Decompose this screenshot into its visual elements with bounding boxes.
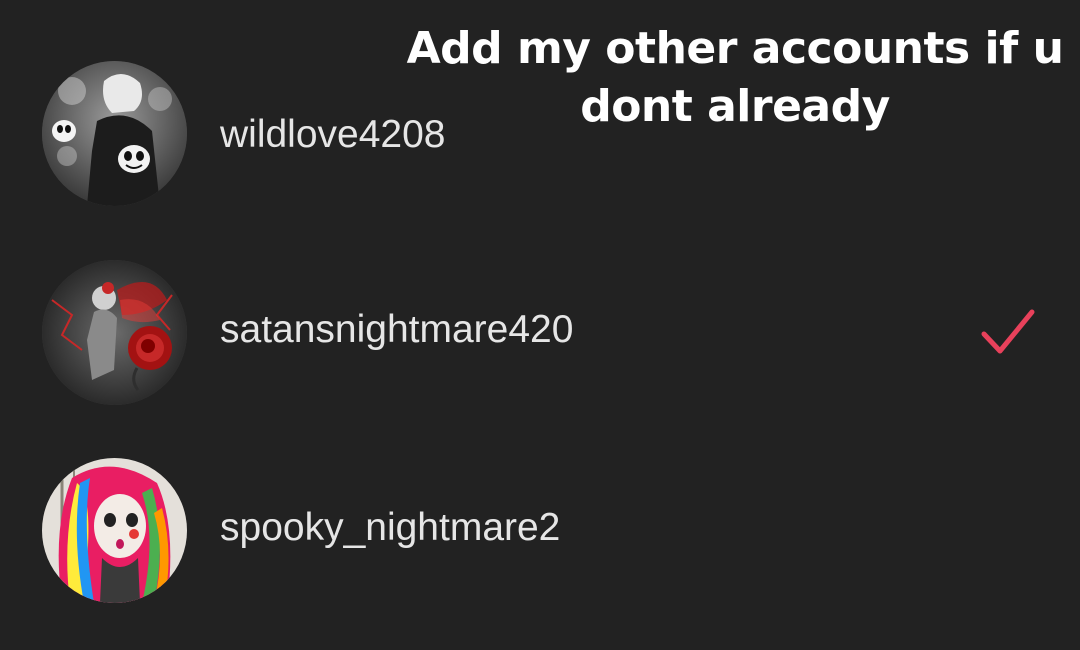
account-row-satansnightmare420[interactable]: satansnightmare420 (0, 257, 1080, 407)
checkmark-icon (981, 309, 1035, 354)
rainbow-hair-girl-avatar-icon (42, 458, 187, 603)
avatar (42, 260, 187, 405)
fairy-rose-avatar-icon (42, 260, 187, 405)
avatar (42, 458, 187, 603)
account-row-wildlove4208[interactable]: wildlove4208 (0, 58, 1080, 208)
account-username: wildlove4208 (220, 113, 446, 156)
avatar (42, 61, 187, 206)
account-list: wildlove4208 satansnightmare420 spooky_n… (0, 0, 1080, 650)
account-row-spooky_nightmare2[interactable]: spooky_nightmare2 (0, 455, 1080, 605)
account-username: spooky_nightmare2 (220, 506, 561, 549)
account-username: satansnightmare420 (220, 308, 574, 351)
skeleton-girl-avatar-icon (42, 61, 187, 206)
